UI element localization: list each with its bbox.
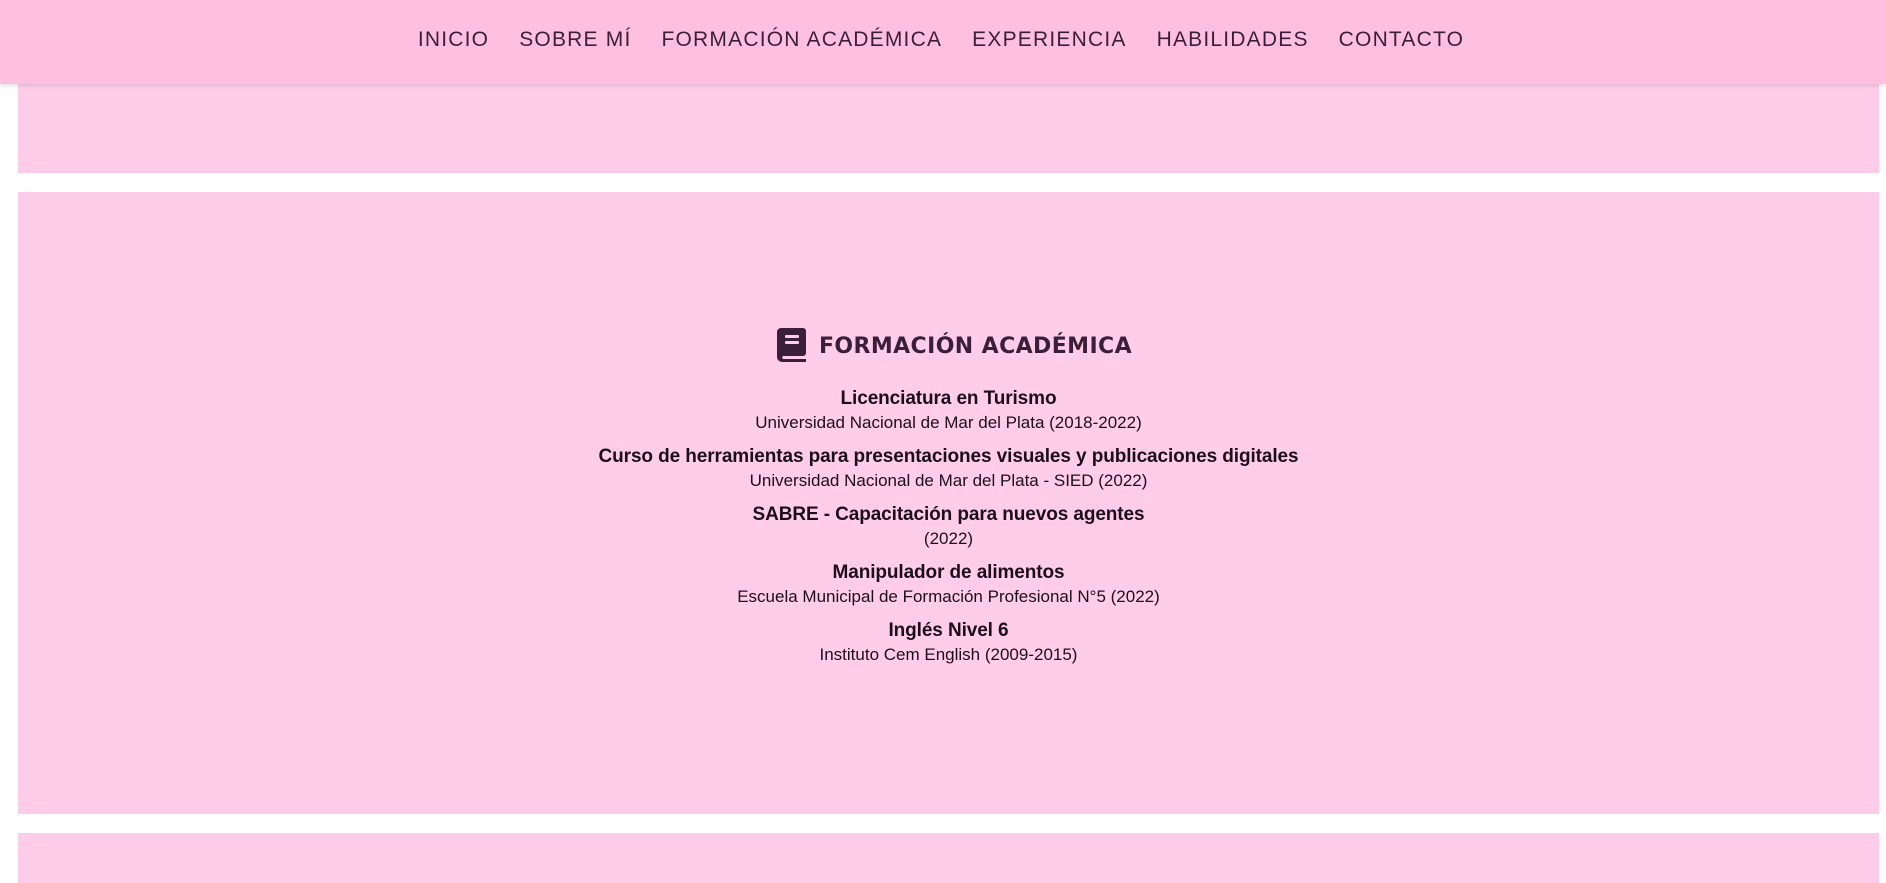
education-institution: Escuela Municipal de Formación Profesion…: [737, 587, 1160, 606]
education-item: Curso de herramientas para presentacione…: [18, 444, 1879, 493]
top-navbar: INICIO SOBRE MÍ FORMACIÓN ACADÉMICA EXPE…: [0, 0, 1886, 84]
education-item: Licenciatura en Turismo Universidad Naci…: [18, 386, 1879, 435]
nav-link-habilidades[interactable]: HABILIDADES: [1142, 28, 1324, 52]
section-header: FORMACIÓN ACADÉMICA: [18, 328, 1879, 362]
next-section-panel: [18, 833, 1879, 883]
section-title: FORMACIÓN ACADÉMICA: [818, 333, 1133, 359]
book-icon: [776, 328, 806, 362]
nav-link-inicio[interactable]: INICIO: [403, 28, 504, 52]
education-list: Licenciatura en Turismo Universidad Naci…: [18, 386, 1879, 676]
education-title: Curso de herramientas para presentacione…: [598, 446, 1299, 467]
education-institution: Universidad Nacional de Mar del Plata (2…: [755, 413, 1142, 432]
education-title: Manipulador de alimentos: [832, 562, 1065, 583]
formacion-academica-section: FORMACIÓN ACADÉMICA Licenciatura en Turi…: [18, 192, 1879, 814]
nav-link-formacion-academica[interactable]: FORMACIÓN ACADÉMICA: [647, 28, 958, 52]
education-institution: Universidad Nacional de Mar del Plata - …: [749, 471, 1148, 490]
education-item: Inglés Nivel 6 Instituto Cem English (20…: [18, 618, 1879, 667]
education-institution: (2022): [923, 529, 974, 548]
nav-link-contacto[interactable]: CONTACTO: [1324, 28, 1480, 52]
nav-link-sobre-mi[interactable]: SOBRE MÍ: [504, 28, 646, 52]
education-title: Licenciatura en Turismo: [840, 388, 1057, 409]
nav-menu: INICIO SOBRE MÍ FORMACIÓN ACADÉMICA EXPE…: [403, 28, 1479, 52]
previous-section-panel: [18, 84, 1879, 173]
education-item: SABRE - Capacitación para nuevos agentes…: [18, 502, 1879, 551]
education-institution: Instituto Cem English (2009-2015): [819, 645, 1078, 664]
nav-link-experiencia[interactable]: EXPERIENCIA: [957, 28, 1141, 52]
education-item: Manipulador de alimentos Escuela Municip…: [18, 560, 1879, 609]
education-title: SABRE - Capacitación para nuevos agentes: [752, 504, 1145, 525]
education-title: Inglés Nivel 6: [888, 620, 1009, 641]
